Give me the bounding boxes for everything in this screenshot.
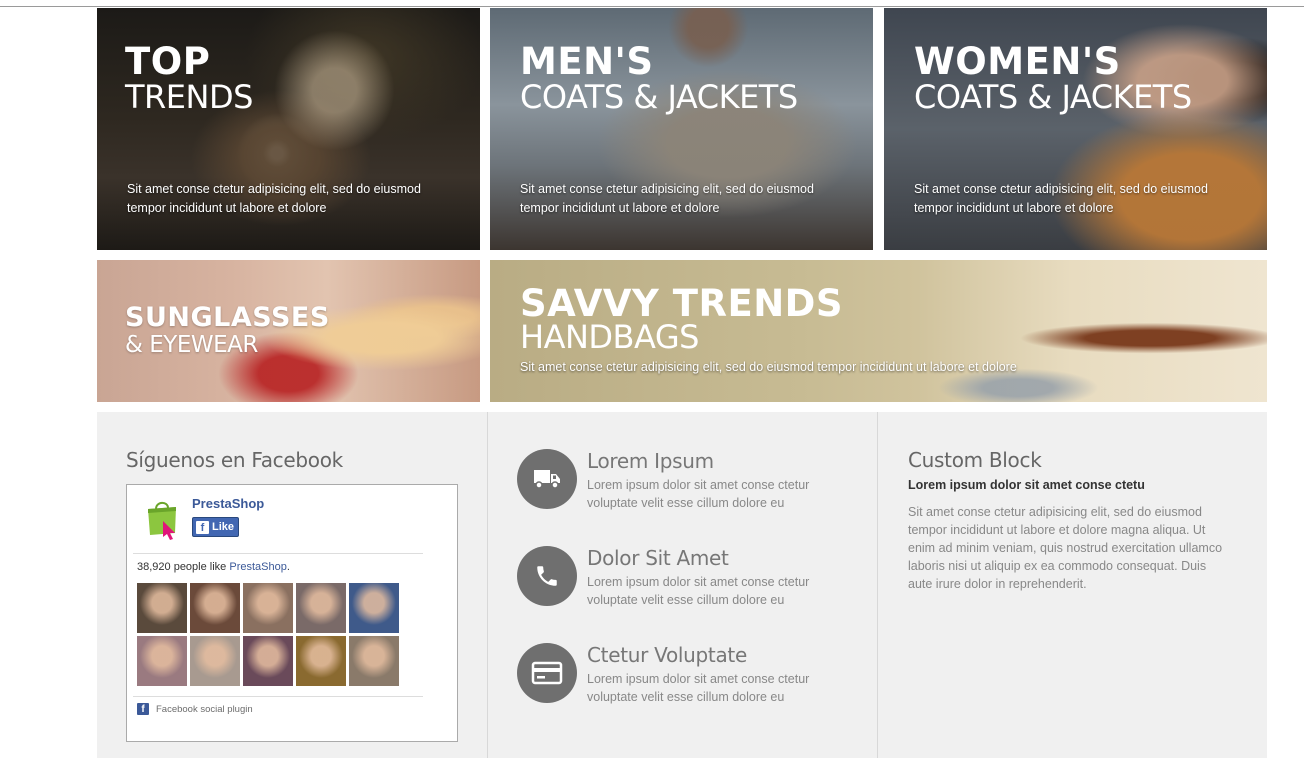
fan-avatar[interactable] (243, 583, 293, 633)
custom-block: Custom Block Lorem ipsum dolor sit amet … (877, 412, 1267, 758)
facebook-social-plugin[interactable]: f Facebook social plugin (137, 703, 253, 715)
top-border (0, 0, 1304, 7)
banner-savvy-trends[interactable]: SAVVY TRENDS HANDBAGS Sit amet conse cte… (490, 260, 1267, 402)
truck-icon (517, 449, 577, 509)
banner-subtitle: TRENDS (125, 78, 253, 116)
footer-blocks: Síguenos en Facebook PrestaShop f Like 3… (97, 412, 1267, 758)
banner-subtitle: COATS & JACKETS (520, 78, 798, 116)
like-label: Like (212, 521, 235, 533)
banner-title: SUNGLASSES (125, 302, 330, 333)
banner-description: Sit amet conse ctetur adipisicing elit, … (127, 180, 421, 218)
facebook-f-icon: f (196, 520, 209, 534)
facebook-like-box: PrestaShop f Like 38,920 people like Pre… (126, 484, 458, 742)
phone-icon (517, 546, 577, 606)
divider (133, 553, 423, 554)
fan-avatar[interactable] (243, 636, 293, 686)
feature-text: Lorem ipsum dolor sit amet conse ctetur … (587, 575, 810, 607)
feature-item: Dolor Sit Amet Lorem ipsum dolor sit ame… (517, 546, 857, 616)
banner-subtitle: HANDBAGS (520, 318, 699, 356)
fan-avatar[interactable] (190, 583, 240, 633)
feature-title: Ctetur Voluptate (587, 643, 747, 667)
custom-block-heading: Custom Block (908, 448, 1042, 472)
feature-item: Lorem Ipsum Lorem ipsum dolor sit amet c… (517, 449, 857, 519)
banner-description-line: Sit amet conse ctetur adipisicing elit, … (914, 182, 1208, 196)
feature-item: Ctetur Voluptate Lorem ipsum dolor sit a… (517, 643, 857, 713)
fan-avatar[interactable] (137, 636, 187, 686)
banner-title: MEN'S (520, 40, 654, 83)
facebook-page-name[interactable]: PrestaShop (192, 496, 264, 511)
feature-text: Lorem ipsum dolor sit amet conse ctetur … (587, 478, 810, 510)
plugin-label: Facebook social plugin (156, 703, 253, 715)
banner-description: Sit amet conse ctetur adipisicing elit, … (520, 180, 814, 218)
fan-avatar[interactable] (137, 583, 187, 633)
banner-title: TOP (125, 40, 211, 83)
like-count-text: 38,920 people like (137, 561, 230, 573)
fan-avatar[interactable] (296, 583, 346, 633)
banner-subtitle: COATS & JACKETS (914, 78, 1192, 116)
banner-mens-coats[interactable]: MEN'S COATS & JACKETS Sit amet conse cte… (490, 8, 873, 250)
custom-block-bold-text: Lorem ipsum dolor sit amet conse ctetu (908, 478, 1145, 492)
feature-title: Lorem Ipsum (587, 449, 714, 473)
facebook-icon: f (137, 703, 149, 715)
banner-description-line: tempor incididunt ut labore et dolore (520, 201, 720, 215)
credit-card-icon (517, 643, 577, 703)
feature-text: Lorem ipsum dolor sit amet conse ctetur … (587, 672, 810, 704)
banner-womens-coats[interactable]: WOMEN'S COATS & JACKETS Sit amet conse c… (884, 8, 1267, 250)
facebook-like-button[interactable]: f Like (192, 517, 239, 537)
banner-description-line: Sit amet conse ctetur adipisicing elit, … (127, 182, 421, 196)
banner-description: Sit amet conse ctetur adipisicing elit, … (520, 360, 1017, 374)
prestashop-bag-icon[interactable] (145, 497, 179, 541)
banner-description: Sit amet conse ctetur adipisicing elit, … (914, 180, 1208, 218)
facebook-block: Síguenos en Facebook PrestaShop f Like 3… (97, 412, 487, 758)
fan-avatar[interactable] (296, 636, 346, 686)
custom-block-text: Sit amet conse ctetur adipisicing elit, … (908, 505, 1223, 591)
like-count-suffix: . (286, 561, 290, 573)
like-count: 38,920 people like PrestaShop. (137, 561, 290, 573)
fan-avatar[interactable] (349, 583, 399, 633)
fan-avatar[interactable] (349, 636, 399, 686)
fan-avatar[interactable] (190, 636, 240, 686)
feature-title: Dolor Sit Amet (587, 546, 729, 570)
banner-subtitle: & EYEWEAR (125, 332, 258, 358)
banner-description-line: Sit amet conse ctetur adipisicing elit, … (520, 182, 814, 196)
banner-title: WOMEN'S (914, 40, 1121, 83)
features-block: Lorem Ipsum Lorem ipsum dolor sit amet c… (487, 412, 877, 758)
fan-faces-grid (137, 583, 401, 686)
banner-description-line: tempor incididunt ut labore et dolore (914, 201, 1114, 215)
banner-top-trends[interactable]: TOP TRENDS Sit amet conse ctetur adipisi… (97, 8, 480, 250)
divider (133, 696, 423, 697)
facebook-heading: Síguenos en Facebook (126, 448, 343, 472)
banner-description-line: tempor incididunt ut labore et dolore (127, 201, 327, 215)
like-count-page-link[interactable]: PrestaShop (229, 561, 286, 573)
banner-sunglasses[interactable]: SUNGLASSES & EYEWEAR (97, 260, 480, 402)
